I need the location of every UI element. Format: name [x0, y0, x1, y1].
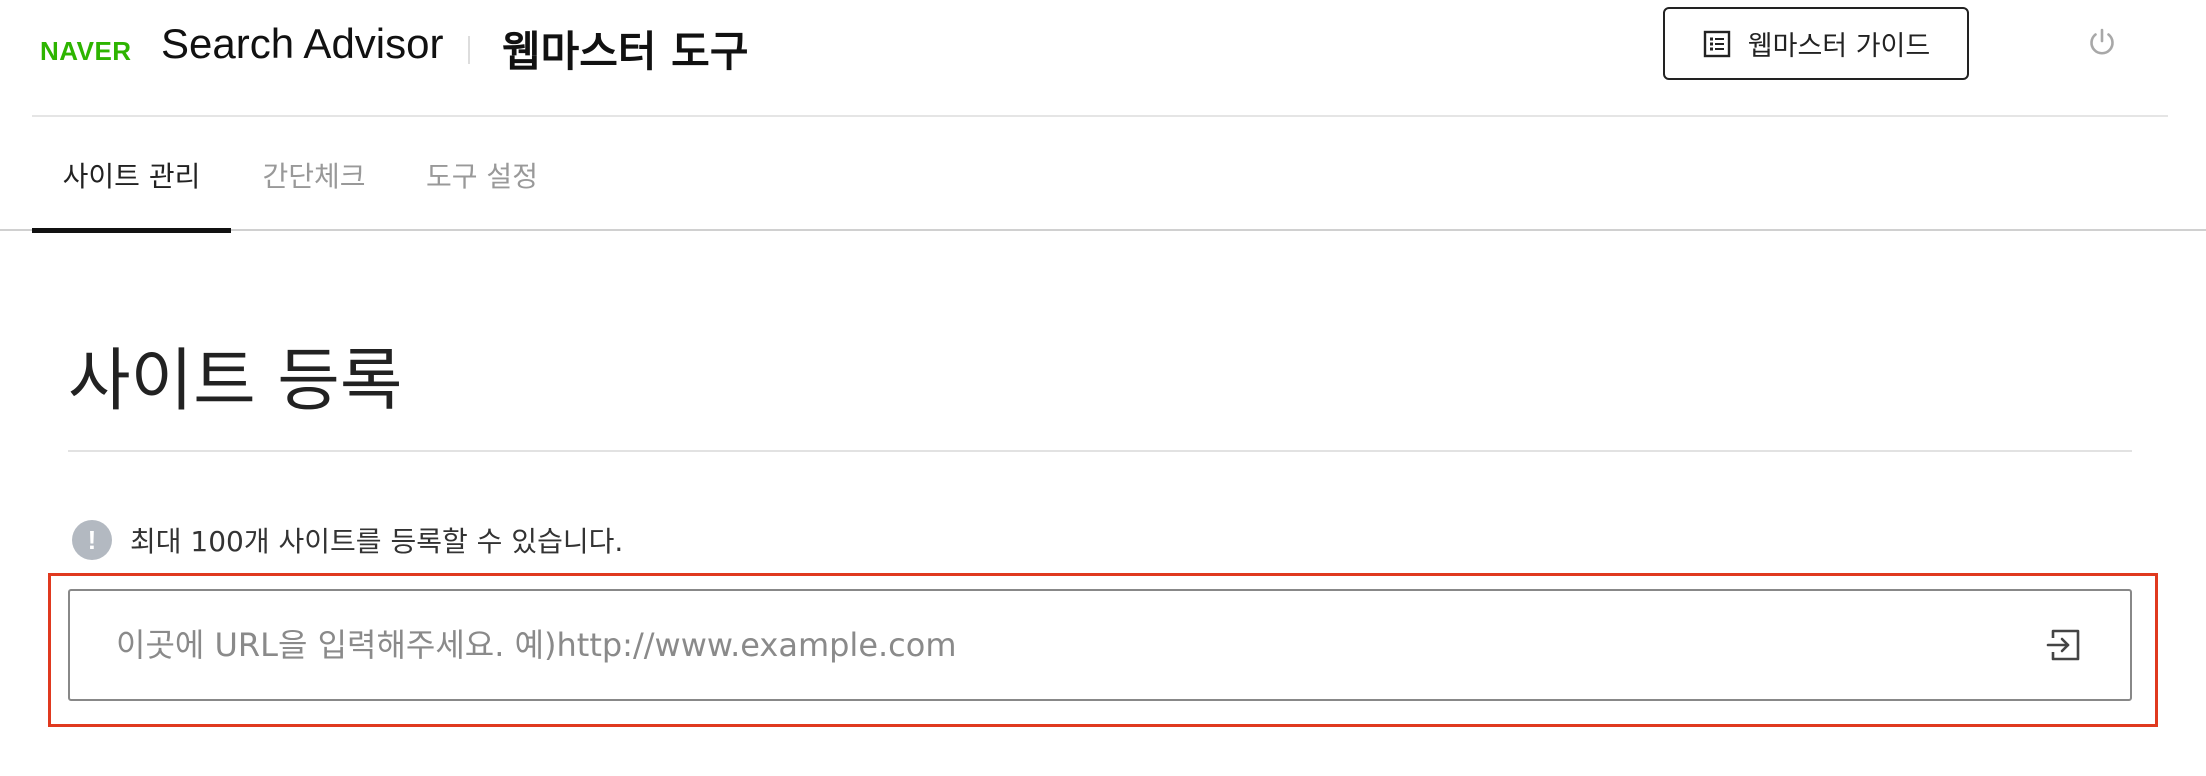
- tab-bar: 사이트 관리 간단체크 도구 설정: [0, 119, 2206, 233]
- webmaster-guide-label: 웹마스터 가이드: [1747, 31, 1931, 62]
- url-input[interactable]: [116, 615, 2016, 675]
- logout-button[interactable]: [2082, 24, 2122, 64]
- tab-site-management[interactable]: 사이트 관리: [32, 119, 231, 233]
- site-limit-notice: ! 최대 100개 사이트를 등록할 수 있습니다.: [72, 520, 623, 560]
- enter-arrow-icon: [2044, 625, 2084, 669]
- list-icon: [1702, 29, 1732, 59]
- page-title: 사이트 등록: [68, 342, 403, 421]
- title-divider: [468, 36, 470, 64]
- submit-url-button[interactable]: [2042, 625, 2086, 669]
- header: NAVER Search Advisor 웹마스터 도구 웹마스터 가이드: [32, 0, 2168, 117]
- url-input-box: [68, 589, 2132, 701]
- notice-text: 최대 100개 사이트를 등록할 수 있습니다.: [130, 525, 624, 558]
- tool-title: 웹마스터 도구: [502, 27, 749, 76]
- page: NAVER Search Advisor 웹마스터 도구 웹마스터 가이드 사이…: [0, 0, 2206, 776]
- tab-tool-settings[interactable]: 도구 설정: [424, 119, 540, 231]
- exclamation-circle-icon: !: [72, 520, 112, 560]
- naver-logo[interactable]: NAVER: [40, 36, 132, 67]
- app-title[interactable]: Search Advisor: [161, 20, 443, 68]
- heading-divider: [68, 450, 2132, 452]
- tab-quick-check[interactable]: 간단체크: [258, 119, 370, 231]
- power-icon: [2085, 25, 2119, 63]
- webmaster-guide-button[interactable]: 웹마스터 가이드: [1663, 7, 1969, 80]
